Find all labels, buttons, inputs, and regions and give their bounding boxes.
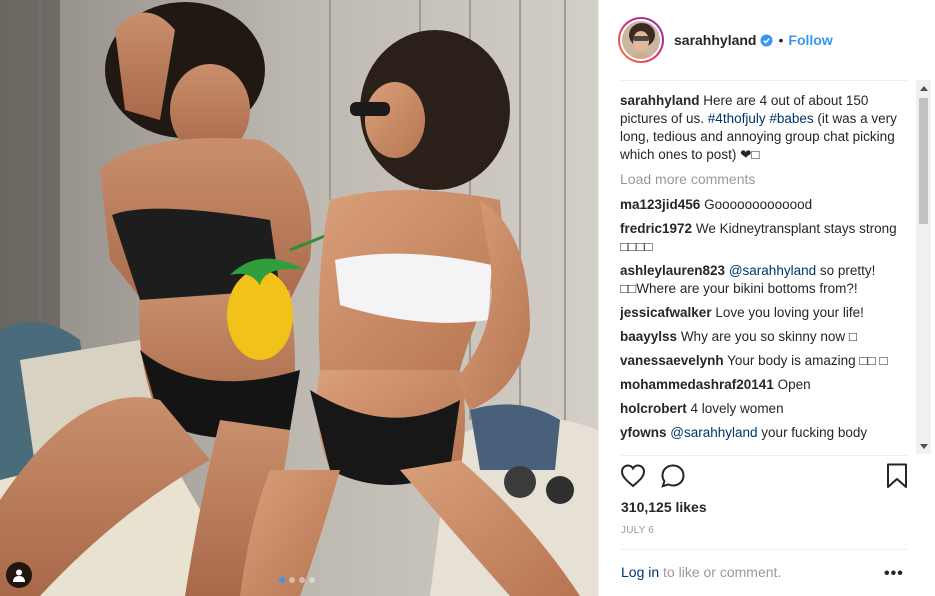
comment-text: Why are you so skinny now □ <box>680 329 858 344</box>
header-separator: • <box>778 32 784 48</box>
comment-username[interactable]: baayylss <box>620 329 677 344</box>
comment-username[interactable]: fredric1972 <box>620 221 692 236</box>
comment-button[interactable] <box>660 463 686 494</box>
comment-username[interactable]: vanessaevelynh <box>620 353 724 368</box>
instagram-post-modal: sarahhyland • Follow sarahhyland Here ar… <box>0 0 935 596</box>
comment-text: Love you loving your life! <box>715 305 864 320</box>
login-prompt: Log in to like or comment. <box>621 564 781 580</box>
comment: ma123jid456 Gooooooooooood <box>620 196 909 214</box>
comment: baayylss Why are you so skinny now □ <box>620 328 909 346</box>
scroll-up-arrow[interactable] <box>916 80 931 95</box>
avatar-image <box>622 21 660 59</box>
like-button[interactable] <box>620 463 646 494</box>
verified-badge-icon <box>760 33 774 47</box>
hashtag-babes[interactable]: #babes <box>769 111 813 126</box>
comments-list[interactable]: sarahhyland Here are 4 out of about 150 … <box>620 92 909 453</box>
user-tag-button[interactable] <box>6 562 32 588</box>
comment-mention[interactable]: @sarahhyland <box>729 263 816 278</box>
avatar[interactable] <box>622 21 660 59</box>
hashtag-4thofjuly[interactable]: #4thofjuly <box>708 111 766 126</box>
carousel-indicator <box>279 577 315 583</box>
footer-divider <box>621 549 908 550</box>
comment-username[interactable]: mohammedashraf20141 <box>620 377 774 392</box>
login-link[interactable]: Log in <box>621 564 659 580</box>
comment-text: Open <box>777 377 811 392</box>
comment-text: Your body is amazing □□ □ <box>727 353 888 368</box>
comment: holcrobert 4 lovely women <box>620 400 909 418</box>
comment-username[interactable]: jessicafwalker <box>620 305 712 320</box>
scroll-down-icon <box>919 443 928 449</box>
likes-count[interactable]: 310,125 likes <box>621 499 707 515</box>
scrollbar-thumb[interactable] <box>919 98 928 224</box>
post-photo-illustration <box>0 0 598 596</box>
caption-username[interactable]: sarahhyland <box>620 93 700 108</box>
comment: mohammedashraf20141 Open <box>620 376 909 394</box>
comment: vanessaevelynh Your body is amazing □□ □ <box>620 352 909 370</box>
comment-mention[interactable]: @sarahhyland <box>670 425 757 440</box>
scroll-down-arrow[interactable] <box>916 439 931 454</box>
post-date[interactable]: JULY 6 <box>621 525 654 536</box>
story-ring[interactable] <box>618 17 664 63</box>
comment: fredric1972 We Kidneytransplant stays st… <box>620 220 909 256</box>
comment-text: Gooooooooooood <box>704 197 813 212</box>
user-tag-icon <box>13 569 25 582</box>
comment: jessicafwalker Love you loving your life… <box>620 304 909 322</box>
comments-scrollbar[interactable] <box>916 80 931 454</box>
comment-text: your fucking body <box>757 425 868 440</box>
carousel-dot <box>309 577 315 583</box>
follow-button[interactable]: Follow <box>788 32 832 48</box>
comment-username[interactable]: ashleylauren823 <box>620 263 725 278</box>
comment-text: 4 lovely women <box>690 401 784 416</box>
scroll-up-icon <box>919 85 928 91</box>
carousel-dot <box>289 577 295 583</box>
bookmark-icon <box>887 463 907 488</box>
comment: yfowns @sarahhyland your fucking body <box>620 424 909 442</box>
load-more-comments-button[interactable]: Load more comments <box>620 170 909 188</box>
post-header: sarahhyland • Follow <box>599 0 935 80</box>
caption: sarahhyland Here are 4 out of about 150 … <box>620 92 909 164</box>
header-username[interactable]: sarahhyland <box>674 32 756 48</box>
header-divider <box>620 80 908 81</box>
comment-username[interactable]: holcrobert <box>620 401 687 416</box>
post-photo[interactable] <box>0 0 598 596</box>
comment: ashleylauren823 @sarahhyland so pretty! … <box>620 262 909 298</box>
comment-icon <box>661 464 685 488</box>
avatar-frame <box>620 19 662 61</box>
carousel-dot <box>299 577 305 583</box>
heart-icon <box>620 464 646 488</box>
save-button[interactable] <box>886 463 908 494</box>
comment-username[interactable]: yfowns <box>620 425 667 440</box>
actions-divider <box>621 455 908 456</box>
more-options-button[interactable]: ••• <box>884 565 904 583</box>
login-prompt-text: to like or comment. <box>659 564 782 580</box>
action-bar <box>620 463 910 493</box>
comment-username[interactable]: ma123jid456 <box>620 197 700 212</box>
carousel-dot-active <box>279 577 285 583</box>
